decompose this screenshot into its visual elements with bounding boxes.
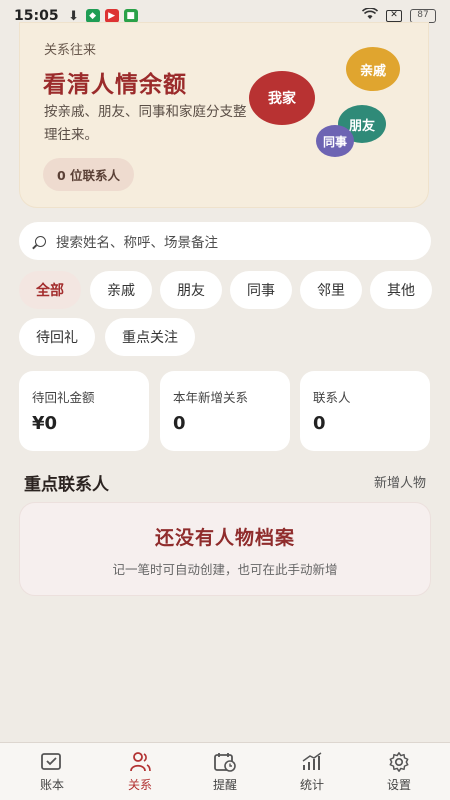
hero-card: 关系往来 看清人情余额 按亲戚、朋友、同事和家庭分支整理往来。 0 位联系人 亲…	[19, 22, 429, 208]
calendar-clock-icon	[212, 751, 238, 773]
search-placeholder: 搜索姓名、称呼、场景备注	[56, 235, 218, 251]
no-sim-icon: ✕	[386, 10, 402, 22]
bubble-colleagues: 同事	[316, 125, 354, 157]
stat-card-contacts: 联系人 0	[300, 371, 430, 451]
tab-settings[interactable]: 设置	[354, 743, 444, 800]
tab-label: 关系	[127, 778, 152, 792]
tab-ledger[interactable]: 账本	[7, 743, 97, 800]
tab-label: 提醒	[212, 778, 237, 792]
stat-value: 0	[173, 413, 186, 434]
empty-state-title: 还没有人物档案	[154, 527, 295, 549]
filter-chip-pending-return[interactable]: 待回礼	[19, 318, 95, 356]
tab-statistics[interactable]: 统计	[267, 743, 357, 800]
bubble-relatives: 亲戚	[346, 47, 400, 91]
stat-value: ¥0	[32, 413, 58, 434]
search-input[interactable]: 搜索姓名、称呼、场景备注	[19, 222, 431, 260]
filter-chip-friends[interactable]: 朋友	[160, 271, 222, 309]
battery-indicator: 87	[410, 9, 436, 23]
hero-title: 看清人情余额	[43, 72, 187, 98]
bubble-my-family: 我家	[249, 71, 315, 125]
filter-chip-neighbors[interactable]: 邻里	[300, 271, 362, 309]
android-app-icon: ■	[123, 9, 138, 23]
people-icon	[127, 751, 153, 773]
empty-state-card: 还没有人物档案 记一笔时可自动创建，也可在此手动新增	[19, 502, 431, 596]
tab-label: 统计	[299, 778, 324, 792]
contacts-count-pill[interactable]: 0 位联系人	[43, 158, 135, 191]
gear-icon	[386, 751, 412, 773]
filter-chip-others[interactable]: 其他	[370, 271, 432, 309]
stat-value: 0	[313, 413, 326, 434]
download-icon: ⬇	[68, 8, 80, 24]
shield-app-icon: ◆	[85, 9, 100, 23]
filter-chip-colleagues[interactable]: 同事	[230, 271, 292, 309]
stat-label: 待回礼金额	[32, 390, 95, 405]
filter-chip-focus[interactable]: 重点关注	[105, 318, 195, 356]
search-icon	[35, 235, 46, 247]
tab-label: 账本	[39, 778, 64, 792]
tab-relations[interactable]: 关系	[95, 743, 185, 800]
empty-state-subtitle: 记一笔时可自动创建，也可在此手动新增	[112, 562, 338, 577]
hero-kicker: 关系往来	[44, 43, 97, 58]
filter-chip-all[interactable]: 全部	[19, 271, 81, 309]
stat-label: 联系人	[313, 390, 351, 405]
section-title-key-contacts: 重点联系人	[24, 475, 109, 495]
ledger-icon	[39, 751, 65, 773]
hero-description: 按亲戚、朋友、同事和家庭分支整理往来。	[44, 104, 247, 143]
stat-card-new-relations: 本年新增关系 0	[160, 371, 290, 451]
stat-card-pending-amount: 待回礼金额 ¥0	[19, 371, 149, 451]
stat-label: 本年新增关系	[173, 390, 249, 405]
tab-label: 设置	[386, 778, 411, 792]
bottom-tab-bar: 账本 关系 提醒 统计 设置	[0, 742, 450, 800]
add-person-link[interactable]: 新增人物	[374, 472, 426, 491]
video-app-icon: ▶	[104, 9, 119, 23]
tab-reminders[interactable]: 提醒	[180, 743, 270, 800]
stats-chart-icon	[299, 751, 325, 773]
filter-chip-relatives[interactable]: 亲戚	[90, 271, 152, 309]
